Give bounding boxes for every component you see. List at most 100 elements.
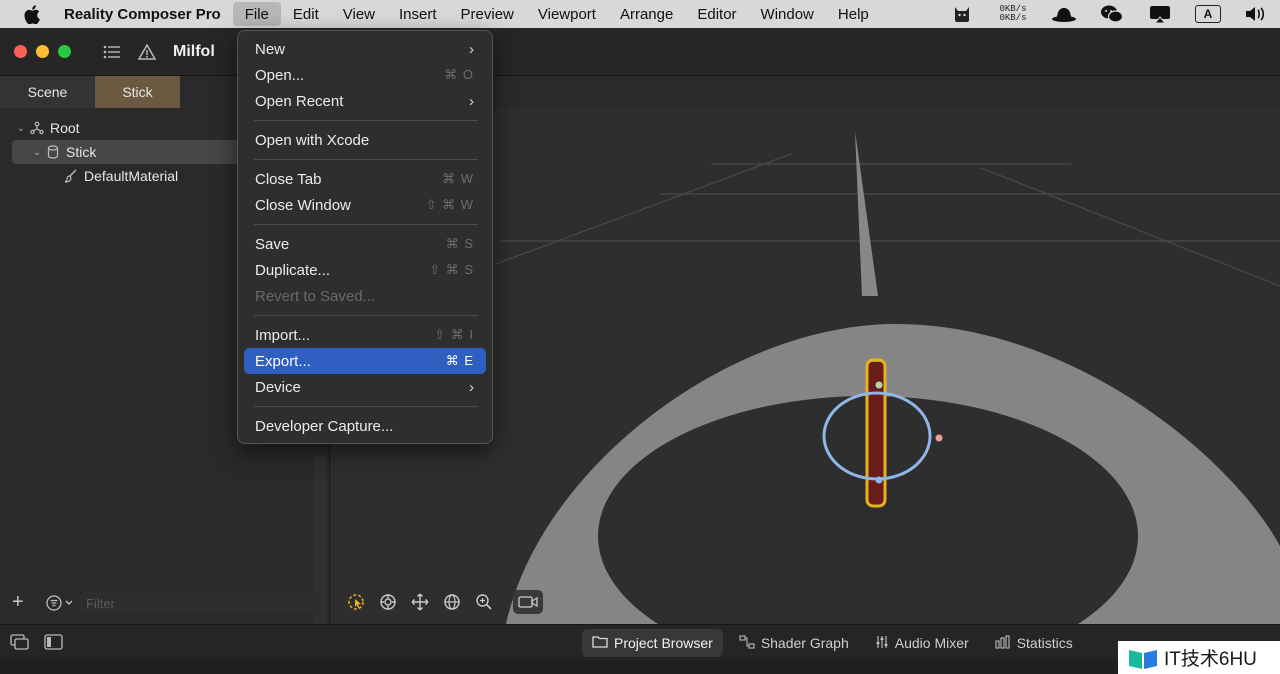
menu-item-revert-to-saved: Revert to Saved...: [244, 283, 486, 309]
menu-item-duplicate-label: Duplicate...: [255, 261, 331, 279]
tree-label-root: Root: [50, 120, 80, 136]
bar-chart-icon: [995, 634, 1011, 652]
menu-viewport[interactable]: Viewport: [526, 2, 608, 26]
tab-stick[interactable]: Stick: [95, 76, 180, 108]
tab-audio-mixer[interactable]: Audio Mixer: [865, 629, 979, 657]
net-down-text: 0KB/s: [999, 13, 1027, 23]
menu-item-revert-to-saved-label: Revert to Saved...: [255, 287, 376, 305]
bottom-left-controls: [10, 634, 64, 655]
tab-statistics[interactable]: Statistics: [985, 629, 1083, 657]
root-node-icon: [28, 121, 46, 135]
select-tool-icon[interactable]: [345, 591, 367, 613]
menu-item-close-tab-label: Close Tab: [255, 170, 322, 188]
menu-item-export-label: Export...: [255, 352, 311, 370]
menu-item-open-label: Open...: [255, 66, 305, 84]
folder-icon: [592, 635, 608, 651]
cylinder-icon: [44, 145, 62, 159]
menu-item-device[interactable]: Device ›: [244, 374, 486, 400]
tab-project-browser-label: Project Browser: [614, 635, 713, 651]
menu-item-open[interactable]: Open... ⌘ O: [244, 62, 486, 88]
menu-item-open-with-xcode-label: Open with Xcode: [255, 131, 370, 149]
tab-audio-mixer-label: Audio Mixer: [894, 635, 969, 651]
sliders-icon: [875, 635, 889, 652]
menu-view[interactable]: View: [331, 2, 387, 26]
menu-item-developer-capture-label: Developer Capture...: [255, 417, 394, 435]
menu-item-import[interactable]: Import... ⇧ ⌘ I: [244, 322, 486, 348]
menu-app-name[interactable]: Reality Composer Pro: [64, 2, 233, 26]
tree-row-root[interactable]: ⌄ Root: [0, 116, 240, 140]
menu-edit[interactable]: Edit: [281, 2, 331, 26]
menu-arrange[interactable]: Arrange: [608, 2, 685, 26]
menu-item-close-window[interactable]: Close Window ⇧ ⌘ W: [244, 192, 486, 218]
tab-statistics-label: Statistics: [1016, 635, 1073, 651]
tree-row-default-material[interactable]: DefaultMaterial: [0, 164, 240, 188]
hat-icon[interactable]: [1040, 0, 1088, 28]
menu-item-close-window-label: Close Window: [255, 196, 351, 214]
menu-item-save-label: Save: [255, 235, 290, 253]
menu-item-open-shortcut: ⌘ O: [444, 67, 474, 82]
menu-item-open-with-xcode[interactable]: Open with Xcode: [244, 127, 486, 153]
chevron-right-icon: ›: [469, 378, 474, 396]
menu-separator: [254, 120, 478, 121]
menu-preview[interactable]: Preview: [449, 2, 526, 26]
window-toolbar: Milfol: [0, 28, 1280, 76]
minimize-window-button[interactable]: [36, 45, 49, 58]
panel-scrollbar[interactable]: [314, 456, 326, 652]
menu-editor[interactable]: Editor: [685, 2, 748, 26]
tab-shader-graph-label: Shader Graph: [760, 635, 849, 651]
menu-file[interactable]: File: [232, 2, 281, 26]
network-speed: 0KB/s 0KB/s: [986, 0, 1040, 28]
move-tool-icon[interactable]: [377, 591, 399, 613]
bottom-bar: Project Browser Shader Graph Audio Mixer…: [0, 624, 1280, 660]
window-controls: [14, 45, 71, 58]
windows-icon[interactable]: [10, 634, 30, 655]
airplay-icon[interactable]: [1136, 0, 1184, 28]
cat-icon[interactable]: [938, 0, 986, 28]
panel-footer: + Filter: [0, 588, 330, 618]
chevron-down-icon[interactable]: ⌄: [30, 147, 44, 158]
apple-menu-icon[interactable]: [0, 4, 64, 24]
menu-item-open-recent[interactable]: Open Recent ›: [244, 88, 486, 114]
add-icon[interactable]: +: [12, 591, 24, 614]
wechat-icon[interactable]: [1088, 0, 1136, 28]
tree-row-stick[interactable]: ⌄ Stick: [12, 140, 240, 164]
menu-item-export[interactable]: Export... ⌘ E: [244, 348, 486, 374]
sidebar-toggle-icon[interactable]: [44, 634, 64, 655]
translate-tool-icon[interactable]: [409, 591, 431, 613]
tab-shader-graph[interactable]: Shader Graph: [729, 629, 859, 657]
menu-insert[interactable]: Insert: [387, 2, 449, 26]
rotate-tool-icon[interactable]: [441, 591, 463, 613]
filter-input[interactable]: Filter: [80, 592, 320, 614]
menu-item-close-tab[interactable]: Close Tab ⌘ W: [244, 166, 486, 192]
tab-scene[interactable]: Scene: [0, 76, 95, 108]
filter-options-icon[interactable]: [46, 595, 74, 616]
tree-label-default-material: DefaultMaterial: [84, 168, 179, 184]
menu-help[interactable]: Help: [826, 2, 881, 26]
window-title: Milfol: [173, 43, 215, 60]
zoom-tool-icon[interactable]: [473, 591, 495, 613]
menu-item-export-shortcut: ⌘ E: [445, 353, 474, 368]
tab-project-browser[interactable]: Project Browser: [582, 629, 723, 657]
menu-separator: [254, 159, 478, 160]
scene-tabs: Scene Stick: [0, 76, 180, 108]
bottom-tabs: Project Browser Shader Graph Audio Mixer…: [582, 629, 1083, 657]
menu-item-save[interactable]: Save ⌘ S: [244, 231, 486, 257]
menu-window[interactable]: Window: [749, 2, 826, 26]
menu-item-developer-capture[interactable]: Developer Capture...: [244, 413, 486, 439]
tree-label-stick: Stick: [66, 144, 97, 160]
warning-icon[interactable]: [137, 42, 157, 62]
chevron-down-icon[interactable]: ⌄: [14, 123, 28, 134]
chevron-right-icon: ›: [469, 92, 474, 110]
watermark: IT技术6HU: [1118, 641, 1280, 674]
zoom-window-button[interactable]: [58, 45, 71, 58]
input-source-indicator[interactable]: A: [1184, 0, 1232, 28]
menu-item-new[interactable]: New ›: [244, 36, 486, 62]
volume-icon[interactable]: [1232, 0, 1280, 28]
close-window-button[interactable]: [14, 45, 27, 58]
list-icon[interactable]: [102, 42, 122, 62]
menu-item-duplicate[interactable]: Duplicate... ⇧ ⌘ S: [244, 257, 486, 283]
menu-item-import-label: Import...: [255, 326, 311, 344]
menu-item-open-recent-label: Open Recent: [255, 92, 344, 110]
camera-icon[interactable]: [513, 590, 543, 614]
menu-bar: Reality Composer Pro File Edit View Inse…: [0, 0, 1280, 28]
